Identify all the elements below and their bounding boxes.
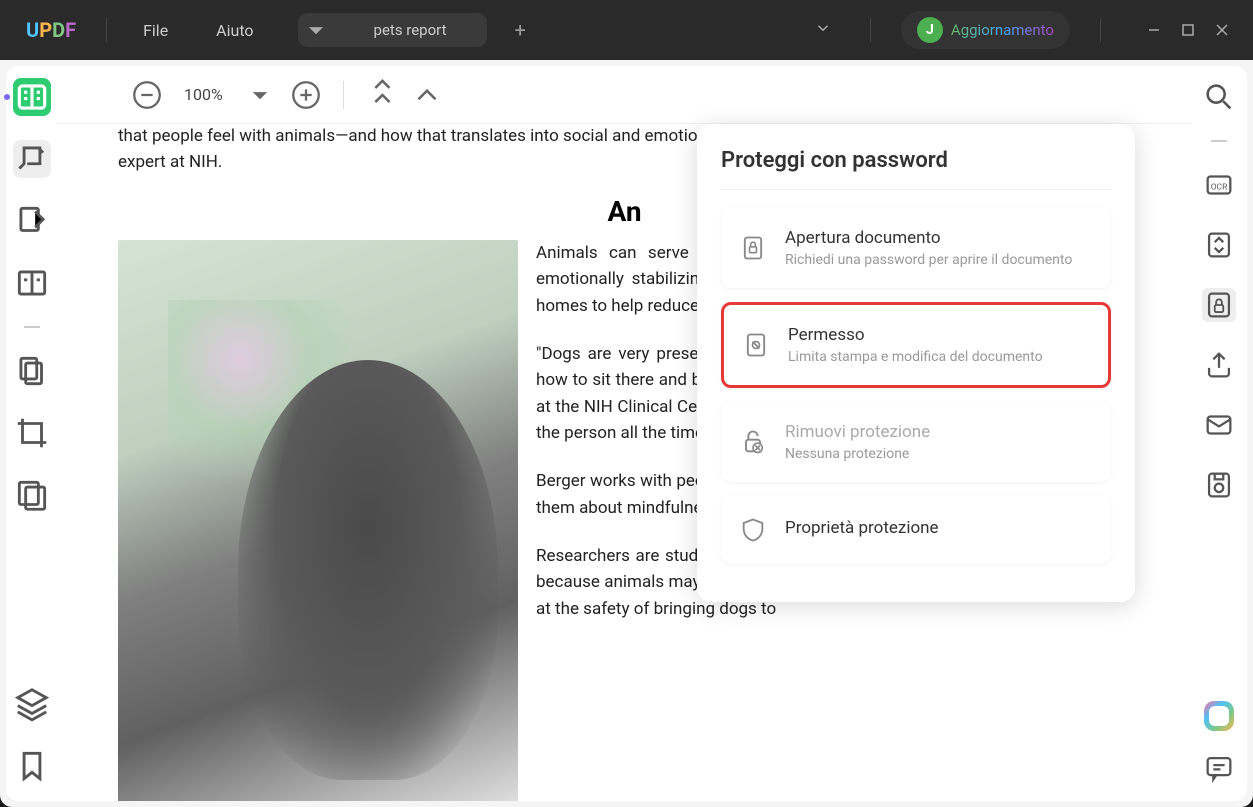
popup-item-remove-protection[interactable]: Rimuovi protezione Nessuna protezione — [721, 402, 1111, 482]
ocr-button[interactable]: OCR — [1202, 168, 1236, 202]
popup-item-title: Proprietà protezione — [785, 518, 1093, 538]
sidebar-separator — [24, 326, 40, 328]
protect-button[interactable] — [1202, 288, 1236, 322]
separator — [343, 81, 344, 109]
close-button[interactable] — [1215, 21, 1229, 39]
minimize-button[interactable] — [1147, 21, 1161, 39]
divider — [1100, 18, 1101, 42]
zoom-level: 100% — [176, 85, 231, 104]
avatar: J — [917, 17, 943, 43]
edit-tool-button[interactable] — [13, 202, 51, 240]
tab-dropdown[interactable] — [298, 13, 334, 47]
shield-icon — [739, 516, 767, 544]
maximize-button[interactable] — [1181, 21, 1195, 39]
protect-password-popup: Proteggi con password Apertura documento… — [697, 124, 1135, 602]
reader-mode-button[interactable] — [13, 78, 51, 116]
ai-assistant-button[interactable] — [1204, 701, 1234, 731]
unlock-icon — [739, 428, 767, 456]
first-page-button[interactable] — [364, 78, 398, 112]
menu-file[interactable]: File — [119, 21, 192, 40]
comment-tool-button[interactable] — [13, 140, 51, 178]
menu-help[interactable]: Aiuto — [192, 21, 277, 40]
permission-icon — [742, 331, 770, 359]
share-button[interactable] — [1202, 348, 1236, 382]
tab-add-button[interactable]: + — [499, 18, 542, 42]
popup-title: Proteggi con password — [721, 148, 1111, 173]
popup-item-title: Rimuovi protezione — [785, 422, 1093, 442]
separator — [1211, 140, 1227, 142]
main-area: 100% that people feel with animals—and h… — [0, 60, 1253, 807]
lock-document-icon — [739, 234, 767, 262]
convert-button[interactable] — [1202, 228, 1236, 262]
popup-item-permission[interactable]: Permesso Limita stampa e modifica del do… — [721, 302, 1111, 388]
popup-item-title: Permesso — [788, 325, 1090, 345]
content-area: 100% that people feel with animals—and h… — [58, 66, 1191, 801]
divider — [721, 189, 1111, 190]
email-button[interactable] — [1202, 408, 1236, 442]
user-badge[interactable]: J Aggiornamento — [901, 11, 1070, 49]
window-controls — [1131, 21, 1245, 39]
layers-button[interactable] — [13, 685, 51, 723]
bookmark-button[interactable] — [13, 747, 51, 785]
compare-tool-button[interactable] — [13, 476, 51, 514]
crop-tool-button[interactable] — [13, 414, 51, 452]
divider — [870, 18, 871, 42]
zoom-dropdown[interactable] — [243, 78, 277, 112]
titlebar: UPDF File Aiuto pets report + J Aggiorna… — [0, 0, 1253, 60]
prev-page-button[interactable] — [410, 78, 444, 112]
page-tool-button[interactable] — [13, 264, 51, 302]
doc-image-cat — [118, 240, 518, 801]
organize-pages-button[interactable] — [13, 352, 51, 390]
app-logo: UPDF — [8, 18, 94, 42]
chevron-down-icon[interactable] — [806, 19, 840, 41]
popup-item-desc: Nessuna protezione — [785, 446, 1093, 462]
tabs-container: pets report + — [298, 13, 806, 47]
popup-item-desc: Limita stampa e modifica del documento — [788, 349, 1090, 365]
right-sidebar: OCR — [1191, 66, 1247, 801]
tab-active[interactable]: pets report — [334, 13, 487, 47]
search-button[interactable] — [1202, 80, 1236, 114]
popup-item-open-document[interactable]: Apertura documento Richiedi una password… — [721, 208, 1111, 288]
zoom-out-button[interactable] — [130, 78, 164, 112]
chat-button[interactable] — [1202, 751, 1236, 785]
left-sidebar — [6, 66, 58, 801]
divider — [106, 18, 107, 42]
popup-item-desc: Richiedi una password per aprire il docu… — [785, 252, 1093, 268]
toolbar: 100% — [58, 66, 1191, 124]
popup-item-protection-properties[interactable]: Proprietà protezione — [721, 496, 1111, 564]
indicator-dot — [4, 94, 10, 100]
zoom-in-button[interactable] — [289, 78, 323, 112]
save-button[interactable] — [1202, 468, 1236, 502]
upgrade-label: Aggiornamento — [951, 21, 1054, 39]
svg-text:OCR: OCR — [1211, 182, 1228, 192]
popup-item-title: Apertura documento — [785, 228, 1093, 248]
